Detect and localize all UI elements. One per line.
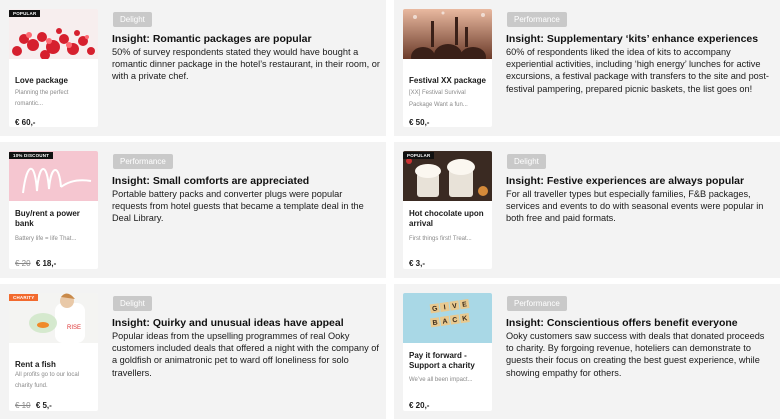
insight-body: 50% of survey respondents stated they wo…	[112, 47, 380, 82]
tile-letter: B	[432, 319, 438, 327]
card-price: € 60,-	[15, 118, 35, 127]
card-price: € 50,-	[409, 118, 429, 127]
price-current: € 18,-	[35, 259, 57, 268]
festival-crowd-image	[403, 9, 492, 59]
card-title: Hot chocolate upon arrival	[409, 209, 484, 228]
card-price: € 3,-	[409, 259, 425, 268]
card-description: All profits go to our local charity fund…	[15, 372, 80, 389]
category-badge: Delight	[507, 154, 546, 169]
insight-title: Insight: Festive experiences are always …	[506, 175, 745, 187]
insight-cell-quirky: RISE CHARITY Rent a fish All profits go …	[0, 284, 386, 419]
category-badge: Performance	[507, 12, 567, 27]
price-current: € 20,-	[409, 401, 430, 410]
discount-tag: 10% DISCOUNT	[9, 152, 54, 159]
insight-cell-comforts: 10% DISCOUNT Buy/rent a power bank Batte…	[0, 142, 386, 278]
category-badge: Delight	[113, 296, 152, 311]
category-badge: Delight	[113, 12, 152, 27]
svg-text:RISE: RISE	[67, 325, 81, 331]
card-price: € 20 € 18,-	[15, 259, 56, 268]
insight-title: Insight: Conscientious offers benefit ev…	[506, 317, 738, 329]
price-old: € 10	[15, 401, 31, 410]
card-description: [XX] Festival Survival Package Want a fu…	[409, 90, 468, 108]
price-current: € 5,-	[35, 401, 52, 410]
insight-title: Insight: Small comforts are appreciated	[112, 175, 310, 187]
insight-title: Insight: Quirky and unusual ideas have a…	[112, 317, 344, 329]
card-title: Buy/rent a power bank	[15, 209, 80, 228]
popular-tag: POPULAR	[403, 152, 435, 159]
card-title: Pay it forward - Support a charity	[409, 351, 475, 370]
price-current: € 60,-	[15, 118, 36, 127]
insights-grid: POPULAR Love package Planning the perfec…	[0, 0, 780, 419]
card-title: Festival XX package	[409, 76, 486, 85]
card-title: Rent a fish	[15, 360, 56, 369]
charity-tag: CHARITY	[9, 294, 39, 301]
card-description: We’ve all been impact...	[409, 377, 473, 383]
price-current: € 3,-	[409, 259, 426, 268]
deal-card-love-package[interactable]: POPULAR Love package Planning the perfec…	[9, 9, 98, 127]
insight-body: Popular ideas from the upselling program…	[112, 331, 379, 378]
insight-body: For all traveller types but especially f…	[506, 189, 764, 224]
card-price: € 10 € 5,-	[15, 401, 52, 410]
deal-card-rent-a-fish[interactable]: RISE CHARITY Rent a fish All profits go …	[9, 293, 98, 411]
insight-title: Insight: Supplementary ‘kits’ enhance ex…	[506, 33, 759, 45]
deal-card-power-bank[interactable]: 10% DISCOUNT Buy/rent a power bank Batte…	[9, 151, 98, 269]
price-current: € 50,-	[409, 118, 430, 127]
insight-cell-conscientious: G I V E B A C K Pay it forward - Support…	[394, 284, 780, 419]
card-description: Battery life = life That...	[15, 236, 77, 242]
insight-body: Portable battery packs and converter plu…	[112, 189, 364, 224]
category-badge: Performance	[113, 154, 173, 169]
give-back-tiles-image: G I V E B A C K	[403, 293, 492, 343]
card-price: € 20,-	[409, 401, 429, 410]
tile-letter: A	[442, 318, 448, 326]
deal-card-pay-it-forward[interactable]: G I V E B A C K Pay it forward - Support…	[403, 293, 492, 411]
popular-tag: POPULAR	[9, 10, 41, 17]
deal-card-festival-package[interactable]: Festival XX package [XX] Festival Surviv…	[403, 9, 492, 127]
insight-body: Ooky customers saw success with deals th…	[506, 331, 765, 378]
card-description: First things first! Treat...	[409, 236, 472, 242]
insight-cell-kits: Festival XX package [XX] Festival Surviv…	[394, 0, 780, 136]
deal-card-hot-chocolate[interactable]: POPULAR Hot chocolate upon arrival First…	[403, 151, 492, 269]
tile-letter: C	[452, 317, 458, 325]
tile-letter: K	[462, 315, 468, 323]
insight-title: Insight: Romantic packages are popular	[112, 33, 312, 45]
insight-cell-festive: POPULAR Hot chocolate upon arrival First…	[394, 142, 780, 278]
price-old: € 20	[15, 259, 31, 268]
category-badge: Performance	[507, 296, 567, 311]
insight-body: 60% of respondents liked the idea of kit…	[506, 47, 769, 94]
card-description: Planning the perfect romantic...	[15, 90, 69, 107]
insight-cell-romantic: POPULAR Love package Planning the perfec…	[0, 0, 386, 136]
card-title: Love package	[15, 76, 68, 85]
